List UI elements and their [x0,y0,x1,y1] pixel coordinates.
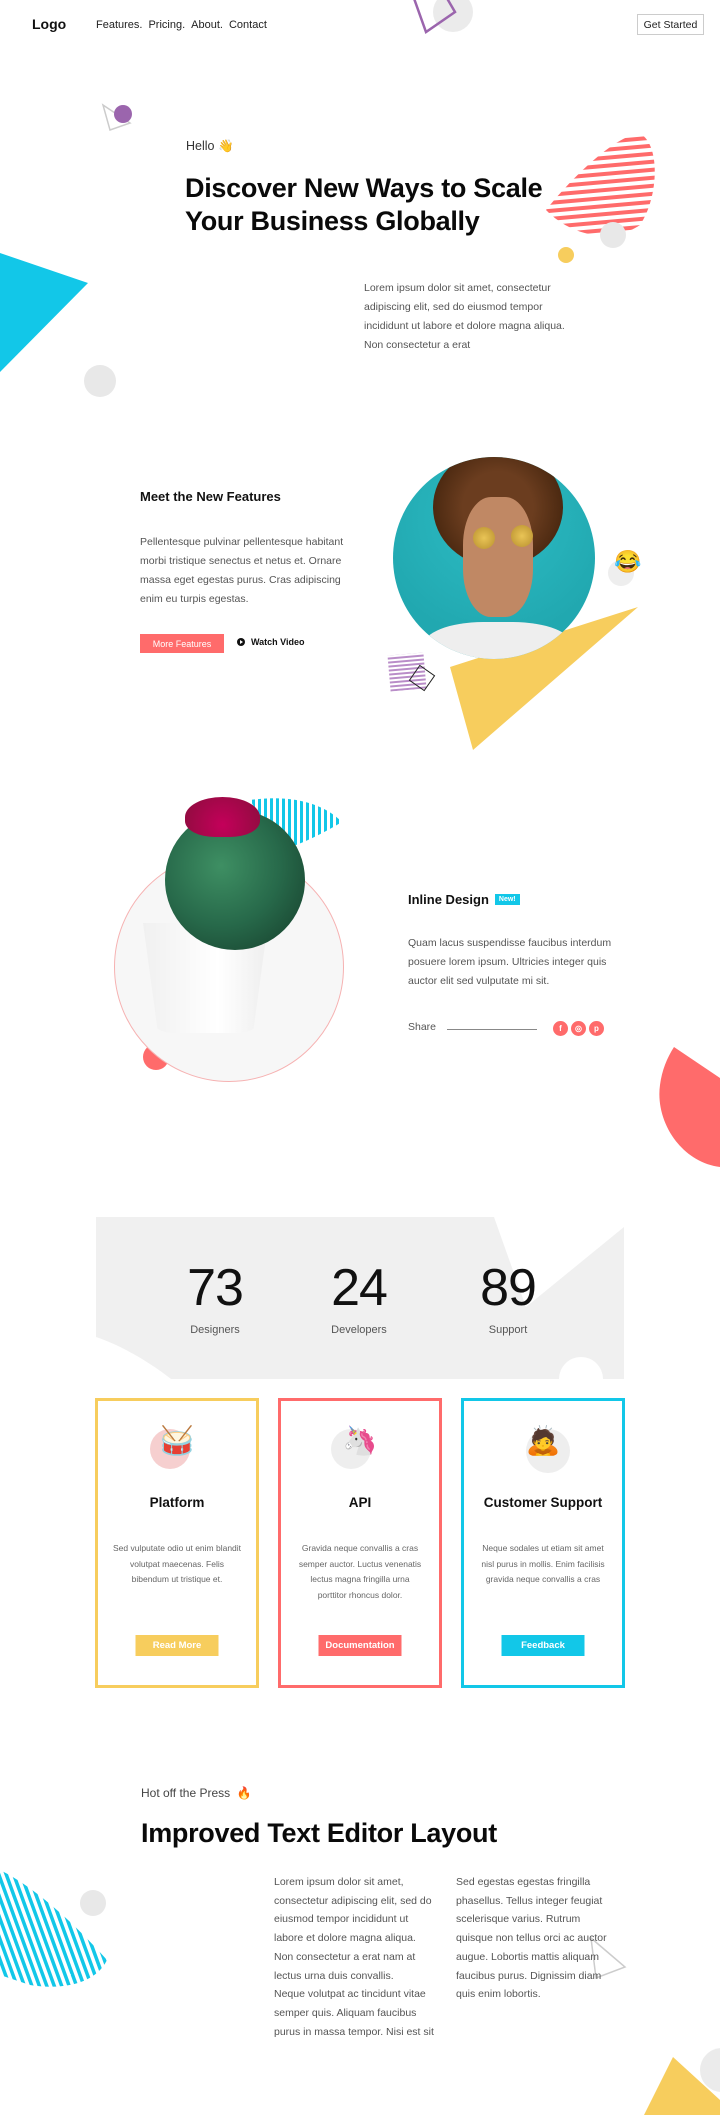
card-title: Platform [149,1495,205,1510]
stat-developers-label: Developers [331,1324,387,1336]
fire-icon: 🔥 [236,1786,252,1800]
nav-link-contact[interactable]: Contact [229,19,267,31]
card-body: Gravida neque convallis a cras semper au… [298,1543,422,1600]
deco-cyan-triangle [0,253,88,372]
bitcoin-coin-right [511,525,533,547]
card-platform: 🥁 Platform Sed vulputate odio ut enim bl… [95,1398,259,1688]
features-body: Pellentesque pulvinar pellentesque habit… [140,536,344,605]
watch-video-button[interactable]: Watch Video [237,637,305,647]
pinterest-icon[interactable]: p [589,1021,604,1036]
deco-yellow-dot [558,247,574,263]
play-icon [237,638,245,646]
instagram-icon[interactable]: ◎ [571,1021,586,1036]
press-col2-paragraph: Sed egestas egestas fringilla phasellus.… [456,1876,607,2001]
share-divider [447,1029,537,1030]
bowing-person-icon: 🙇 [525,1425,561,1456]
decorative-shapes [0,0,720,2115]
get-started-button[interactable]: Get Started [637,14,704,35]
logo[interactable]: Logo [32,16,66,32]
press-subtitle: Hot off the Press 🔥 [141,1786,252,1800]
drum-icon: 🥁 [159,1425,195,1456]
facebook-icon[interactable]: f [553,1021,568,1036]
press-col1-paragraph2: Neque volutpat ac tincidunt vitae semper… [274,1988,434,2038]
stat-developers-value: 24 [331,1259,388,1317]
features-title: Meet the New Features [140,489,281,504]
share-label: Share [408,1021,437,1033]
stat-designers-label: Designers [190,1324,240,1336]
hero-title-line2: Your Business Globally [185,206,480,236]
card-title: Customer Support [483,1495,603,1510]
press-column-1: Lorem ipsum dolor sit amet, consectetur … [274,1873,434,2041]
watch-video-label: Watch Video [251,637,305,647]
hero-title-line1: Discover New Ways to Scale [185,173,543,203]
stat-support-label: Support [488,1324,528,1336]
inline-design-title: Inline Design [408,892,489,907]
photo-face [463,497,533,617]
bitcoin-coin-left [473,527,495,549]
deco-gray-circle-press [80,1890,106,1916]
card-title: API [348,1495,372,1510]
nav-link-features[interactable]: Features. [96,19,142,31]
waving-hand-icon: 👋 [217,139,234,153]
press-title: Improved Text Editor Layout [141,1818,497,1848]
unicorn-icon: 🦄 [342,1425,378,1456]
inline-design-body: Quam lacus suspendisse faucibus interdum… [408,937,612,987]
documentation-button[interactable]: Documentation [318,1635,402,1656]
deco-gray-circle-left [84,365,116,397]
deco-gray-circle [433,0,473,32]
hero-greeting-text: Hello [186,139,215,153]
inline-design-heading: Inline Design New! [408,892,520,907]
laughing-emoji-icon: 😂 [614,549,642,574]
stat-support-value: 89 [480,1259,537,1317]
more-features-button[interactable]: More Features [140,634,224,653]
hero-body: Lorem ipsum dolor sit amet, consectetur … [364,282,565,351]
press-column-2: Sed egestas egestas fringilla phasellus.… [456,1873,616,2004]
card-api: 🦄 API Gravida neque convallis a cras sem… [278,1398,442,1688]
main-nav: Features. Pricing. About. Contact [96,19,267,31]
woman-with-coins-photo [393,457,595,659]
card-customer-support: 🙇 Customer Support Neque sodales ut etia… [461,1398,625,1688]
hero-greeting: Hello 👋 [186,139,234,154]
cactus-flower [185,797,260,837]
nav-link-about[interactable]: About. [191,19,223,31]
nav-link-pricing[interactable]: Pricing. [148,19,185,31]
stat-designers-value: 73 [187,1259,244,1317]
press-subtitle-text: Hot off the Press [141,1786,231,1800]
new-badge: New! [494,894,520,905]
deco-purple-striped-square [387,652,427,692]
press-col1-paragraph1: Lorem ipsum dolor sit amet, consectetur … [274,1876,432,1982]
deco-cyan-stripe-half [0,1870,107,1987]
photo-shirt [423,622,573,659]
deco-purple-dot [114,105,132,123]
hero-title: Discover New Ways to Scale Your Business… [185,172,605,238]
feedback-button[interactable]: Feedback [501,1635,585,1656]
card-body: Neque sodales ut etiam sit amet nisl pur… [481,1543,605,1584]
card-body: Sed vulputate odio ut enim blandit volut… [112,1543,242,1584]
read-more-button[interactable]: Read More [135,1635,219,1656]
deco-coral-half-circle [659,1047,720,1167]
